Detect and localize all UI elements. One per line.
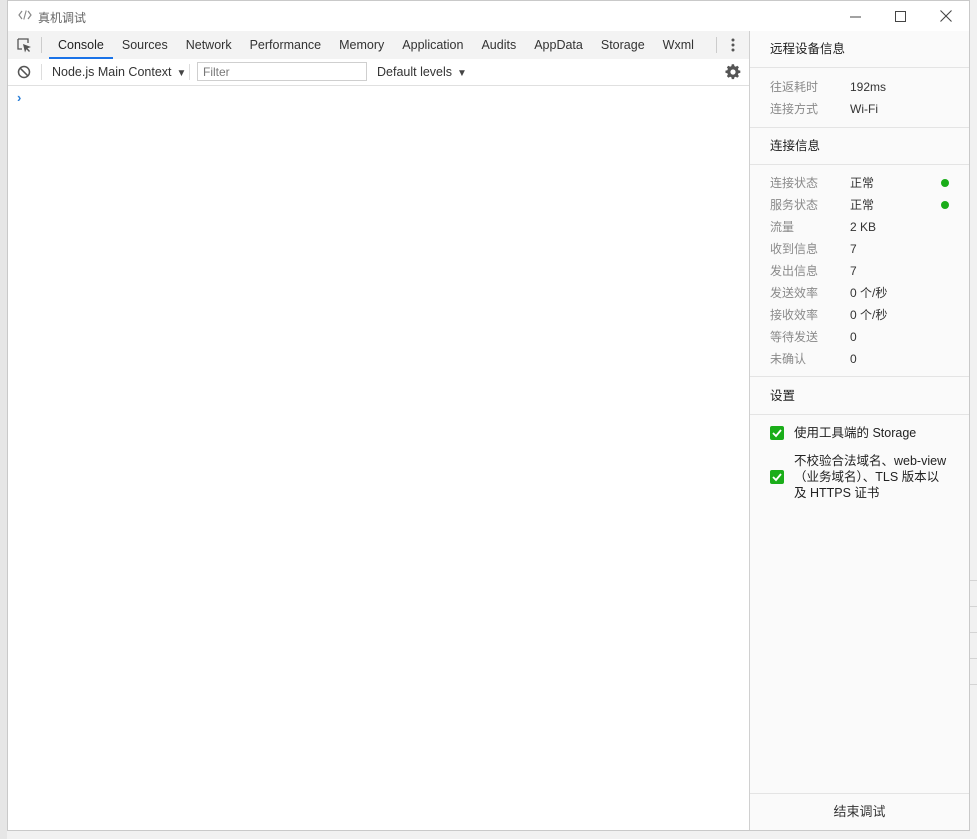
dropdown-arrow-icon: ▼ bbox=[457, 68, 467, 79]
info-row: 连接方式 Wi-Fi bbox=[770, 98, 949, 120]
background-app bbox=[0, 0, 7, 839]
info-row: 未确认 0 bbox=[770, 348, 949, 370]
log-levels-selector[interactable]: Default levels ▼ bbox=[377, 59, 467, 85]
info-row: 服务状态 正常 bbox=[770, 194, 949, 216]
skip-domain-verify-option[interactable]: 不校验合法域名、web-view（业务域名）、TLS 版本以及 HTTPS 证书 bbox=[770, 453, 951, 501]
info-key: 等待发送 bbox=[770, 330, 819, 344]
maximize-button[interactable] bbox=[878, 1, 923, 31]
checkmark-icon bbox=[772, 473, 782, 482]
context-selector[interactable]: Node.js Main Context ▼ bbox=[52, 59, 186, 85]
end-debug-button[interactable]: 结束调试 bbox=[750, 793, 969, 830]
info-row: 连接状态 正常 bbox=[770, 172, 949, 194]
tab-appdata[interactable]: AppData bbox=[525, 31, 592, 59]
tab-audits[interactable]: Audits bbox=[472, 31, 525, 59]
info-value: 0 bbox=[850, 330, 857, 344]
option-label: 不校验合法域名、web-view（业务域名）、TLS 版本以及 HTTPS 证书 bbox=[794, 454, 947, 500]
toolbar-separator bbox=[189, 64, 190, 80]
filter-input[interactable] bbox=[197, 62, 367, 81]
info-value: 192ms bbox=[850, 80, 887, 94]
close-icon bbox=[939, 10, 952, 22]
tab-storage[interactable]: Storage bbox=[592, 31, 654, 59]
info-value: 7 bbox=[850, 264, 857, 278]
info-key: 接收效率 bbox=[770, 308, 819, 322]
tab-memory[interactable]: Memory bbox=[330, 31, 393, 59]
info-key: 流量 bbox=[770, 220, 795, 234]
tabbar-separator bbox=[716, 37, 717, 53]
context-label: Node.js Main Context bbox=[52, 65, 172, 79]
info-row: 收到信息 7 bbox=[770, 238, 949, 260]
settings-title: 设置 bbox=[750, 378, 969, 415]
close-button[interactable] bbox=[923, 1, 968, 31]
tab-network[interactable]: Network bbox=[177, 31, 241, 59]
toolbar-separator bbox=[41, 64, 42, 80]
info-row: 接收效率 0 个/秒 bbox=[770, 304, 949, 326]
use-tool-storage-option[interactable]: 使用工具端的 Storage bbox=[770, 425, 951, 441]
info-row: 发出信息 7 bbox=[770, 260, 949, 282]
option-label: 使用工具端的 Storage bbox=[794, 426, 917, 440]
info-value: 2 KB bbox=[850, 220, 877, 234]
info-value: 正常 bbox=[850, 176, 875, 190]
minimize-icon bbox=[850, 16, 861, 17]
more-options-icon[interactable] bbox=[728, 37, 738, 53]
info-row: 等待发送 0 bbox=[770, 326, 949, 348]
background-divider bbox=[970, 606, 977, 607]
console-toolbar: Node.js Main Context ▼ Default levels ▼ bbox=[8, 59, 749, 86]
remote-device-title: 远程设备信息 bbox=[750, 31, 969, 68]
info-key: 往返耗时 bbox=[770, 80, 819, 94]
info-value: 7 bbox=[850, 242, 857, 256]
checkbox-checked[interactable] bbox=[770, 470, 784, 484]
tab-performance[interactable]: Performance bbox=[241, 31, 331, 59]
info-key: 服务状态 bbox=[770, 198, 819, 212]
background-divider bbox=[970, 684, 977, 685]
inspect-element-icon[interactable] bbox=[16, 37, 32, 53]
devtools-pane: Console Sources Network Performance Memo… bbox=[8, 31, 750, 830]
window-title: 真机调试 bbox=[38, 11, 87, 25]
background-divider bbox=[970, 580, 977, 581]
console-prompt-icon[interactable]: › bbox=[17, 90, 21, 105]
tab-console[interactable]: Console bbox=[49, 31, 113, 59]
maximize-icon bbox=[895, 10, 906, 22]
gear-icon[interactable] bbox=[725, 64, 741, 80]
info-value: 正常 bbox=[850, 198, 875, 212]
dropdown-arrow-icon: ▼ bbox=[176, 68, 187, 79]
tab-application[interactable]: Application bbox=[393, 31, 472, 59]
section-divider bbox=[750, 376, 969, 377]
connection-title: 连接信息 bbox=[750, 128, 969, 165]
info-row: 往返耗时 192ms bbox=[770, 76, 949, 98]
minimize-button[interactable] bbox=[833, 1, 878, 31]
remote-debug-window: 真机调试 Console Sources Network Performance bbox=[7, 0, 970, 831]
status-ok-icon bbox=[941, 201, 949, 209]
info-key: 未确认 bbox=[770, 352, 807, 366]
code-icon bbox=[18, 10, 32, 20]
title-bar: 真机调试 bbox=[8, 1, 969, 31]
tab-sources[interactable]: Sources bbox=[113, 31, 177, 59]
tab-wxml[interactable]: Wxml bbox=[654, 31, 703, 59]
info-value: 0 个/秒 bbox=[850, 308, 888, 322]
info-key: 连接方式 bbox=[770, 102, 819, 116]
info-key: 连接状态 bbox=[770, 176, 819, 190]
info-value: 0 bbox=[850, 352, 857, 366]
checkbox-checked[interactable] bbox=[770, 426, 784, 440]
info-value: 0 个/秒 bbox=[850, 286, 888, 300]
status-ok-icon bbox=[941, 179, 949, 187]
console-output[interactable]: › bbox=[8, 86, 749, 830]
checkmark-icon bbox=[772, 429, 782, 438]
info-row: 发送效率 0 个/秒 bbox=[770, 282, 949, 304]
clear-console-icon[interactable] bbox=[17, 65, 31, 79]
device-info-panel: 远程设备信息 往返耗时 192ms 连接方式 Wi-Fi 连接信息 连接状态 正… bbox=[750, 31, 969, 830]
background-divider bbox=[970, 632, 977, 633]
devtools-tabbar: Console Sources Network Performance Memo… bbox=[8, 31, 749, 60]
info-key: 发出信息 bbox=[770, 264, 819, 278]
info-value: Wi-Fi bbox=[850, 102, 878, 116]
tabbar-separator bbox=[41, 37, 42, 53]
background-divider bbox=[970, 658, 977, 659]
info-key: 发送效率 bbox=[770, 286, 819, 300]
log-levels-label: Default levels bbox=[377, 65, 453, 79]
info-row: 流量 2 KB bbox=[770, 216, 949, 238]
info-key: 收到信息 bbox=[770, 242, 819, 256]
devtools-tabs: Console Sources Network Performance Memo… bbox=[49, 31, 703, 59]
